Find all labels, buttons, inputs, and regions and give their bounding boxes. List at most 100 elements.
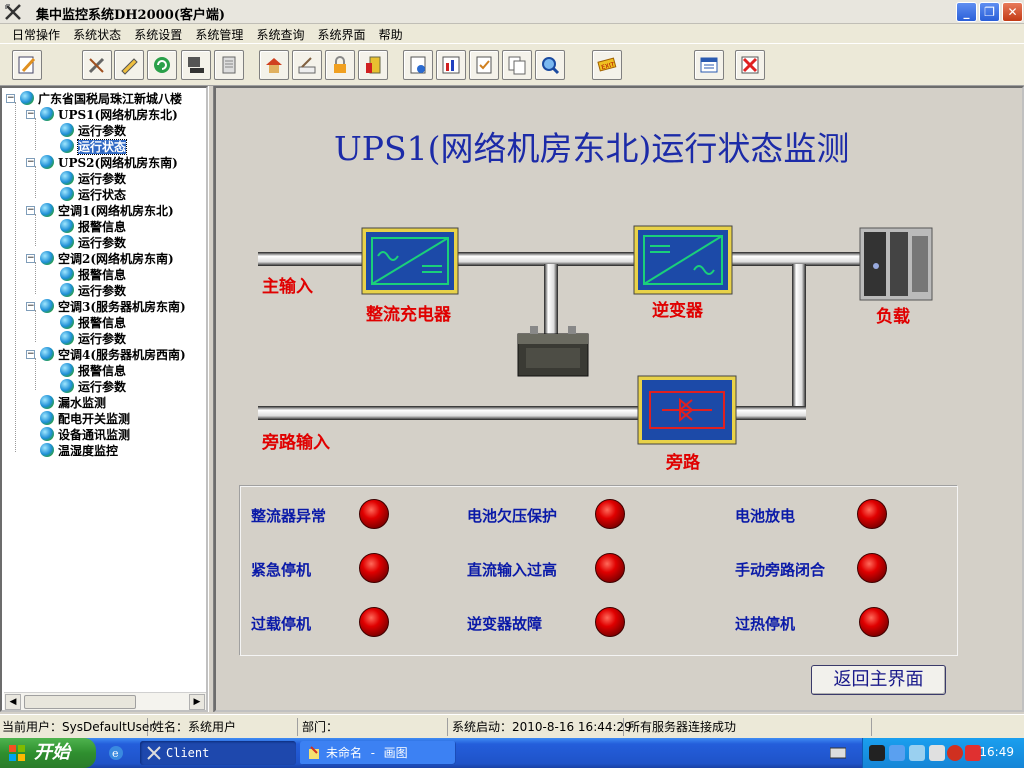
chart-toolbar-button[interactable] bbox=[436, 50, 466, 80]
svg-text:e: e bbox=[112, 747, 119, 760]
tree-item-ac1-params[interactable]: 运行参数 bbox=[60, 234, 126, 250]
tree-horizontal-scrollbar[interactable]: ◀ ▶ bbox=[4, 692, 206, 710]
scroll-left-arrow-icon[interactable]: ◀ bbox=[5, 694, 21, 710]
rectifier-box[interactable] bbox=[361, 227, 459, 295]
taskbar-item-paint[interactable]: 未命名 - 画图 bbox=[300, 741, 456, 765]
exit-toolbar-button[interactable]: EXIT bbox=[592, 50, 622, 80]
status-label-rectifier-fault: 整流器异常 bbox=[251, 507, 327, 525]
tree-item-temp-humidity[interactable]: 温湿度监控 bbox=[40, 442, 118, 458]
tree-item-ac2-alarms[interactable]: 报警信息 bbox=[60, 266, 126, 282]
tree-item-ac3-params[interactable]: 运行参数 bbox=[60, 330, 126, 346]
edit-toolbar-button[interactable] bbox=[12, 50, 42, 80]
status-label-overheat-stop: 过热停机 bbox=[735, 615, 796, 633]
status-led-emergency-stop bbox=[359, 553, 389, 583]
minimize-button[interactable]: _ bbox=[956, 2, 977, 22]
key-toolbar-button[interactable] bbox=[358, 50, 388, 80]
ie-quicklaunch-icon[interactable]: e bbox=[108, 745, 124, 761]
tree-item-comm-monitor[interactable]: 设备通讯监测 bbox=[40, 426, 130, 442]
return-main-button[interactable]: 返回主界面 bbox=[811, 665, 946, 695]
tree-item-ac1-alarms[interactable]: 报警信息 bbox=[60, 218, 126, 234]
refresh-toolbar-button[interactable] bbox=[147, 50, 177, 80]
volume-icon[interactable] bbox=[929, 745, 945, 761]
menu-system-query[interactable]: 系统查询 bbox=[252, 24, 308, 43]
menu-daily-ops[interactable]: 日常操作 bbox=[8, 24, 64, 43]
menu-help[interactable]: 帮助 bbox=[375, 24, 407, 43]
menu-system-settings[interactable]: 系统设置 bbox=[130, 24, 186, 43]
copy-toolbar-button[interactable] bbox=[502, 50, 532, 80]
globe-icon bbox=[40, 411, 54, 425]
status-label-inverter-fault: 逆变器故障 bbox=[467, 615, 543, 633]
tree-item-ups1-status[interactable]: 运行状态 bbox=[60, 138, 128, 155]
search-icon bbox=[542, 57, 560, 75]
tree-item-ups1-params[interactable]: 运行参数 bbox=[60, 122, 126, 138]
globe-icon bbox=[60, 219, 74, 233]
write-toolbar-button[interactable] bbox=[114, 50, 144, 80]
search-toolbar-button[interactable] bbox=[535, 50, 565, 80]
tree-item-ac3[interactable]: 空调3(服务器机房东南) bbox=[40, 298, 186, 314]
display-icon[interactable] bbox=[909, 745, 925, 761]
scroll-thumb[interactable] bbox=[24, 695, 136, 709]
tree-item-ups2-params[interactable]: 运行参数 bbox=[60, 170, 126, 186]
tree-item-ac4[interactable]: 空调4(服务器机房西南) bbox=[40, 346, 186, 362]
ups2-collapse-toggle[interactable]: − bbox=[26, 158, 35, 167]
bypass-box[interactable] bbox=[637, 375, 737, 445]
menu-system-interface[interactable]: 系统界面 bbox=[314, 24, 370, 43]
tree-root[interactable]: 广东省国税局珠江新城八楼 bbox=[20, 90, 182, 106]
lock-icon bbox=[334, 56, 346, 73]
menu-system-status[interactable]: 系统状态 bbox=[69, 24, 125, 43]
ac4-collapse-toggle[interactable]: − bbox=[26, 350, 35, 359]
inverter-box[interactable] bbox=[633, 225, 733, 295]
bar-chart-icon bbox=[442, 56, 460, 74]
lock-toolbar-button[interactable] bbox=[325, 50, 355, 80]
tree-item-power-switch-monitor[interactable]: 配电开关监测 bbox=[40, 410, 130, 426]
tree-item-leak-monitor[interactable]: 漏水监测 bbox=[40, 394, 106, 410]
document-toolbar-button[interactable] bbox=[214, 50, 244, 80]
status-label-battery-discharge: 电池放电 bbox=[735, 507, 796, 525]
menu-system-management[interactable]: 系统管理 bbox=[191, 24, 247, 43]
window-toolbar-button[interactable] bbox=[694, 50, 724, 80]
tree-item-ac4-params[interactable]: 运行参数 bbox=[60, 378, 126, 394]
globe-icon bbox=[60, 363, 74, 377]
status-label-manual-bypass: 手动旁路闭合 bbox=[735, 561, 826, 579]
sign-toolbar-button[interactable] bbox=[292, 50, 322, 80]
taskbar-item-client[interactable]: Client bbox=[140, 741, 296, 765]
tree-item-ac1[interactable]: 空调1(网络机房东北) bbox=[40, 202, 174, 218]
close-button[interactable]: ✕ bbox=[1002, 2, 1023, 22]
start-button[interactable]: 开始 bbox=[0, 738, 96, 768]
tree-item-ac3-alarms[interactable]: 报警信息 bbox=[60, 314, 126, 330]
tree-item-ups1[interactable]: UPS1(网络机房东北) bbox=[40, 106, 178, 122]
notepad-pencil-icon bbox=[18, 56, 36, 74]
main-input-pipe bbox=[258, 252, 364, 266]
system-tray: 16:49 bbox=[862, 738, 1024, 768]
sign-icon bbox=[298, 57, 316, 74]
close-window-toolbar-button[interactable] bbox=[735, 50, 765, 80]
home-toolbar-button[interactable] bbox=[259, 50, 289, 80]
globe-icon bbox=[60, 267, 74, 281]
keyboard-icon[interactable] bbox=[830, 746, 846, 760]
root-collapse-toggle[interactable]: − bbox=[6, 94, 15, 103]
status-led-rectifier-fault bbox=[359, 499, 389, 529]
globe-icon bbox=[60, 171, 74, 185]
ups1-collapse-toggle[interactable]: − bbox=[26, 110, 35, 119]
ac1-collapse-toggle[interactable]: − bbox=[26, 206, 35, 215]
tree-item-ups2[interactable]: UPS2(网络机房东南) bbox=[40, 154, 178, 170]
network-icon[interactable] bbox=[889, 745, 905, 761]
tools-toolbar-button[interactable] bbox=[82, 50, 112, 80]
status-led-overload-stop bbox=[359, 607, 389, 637]
tree-item-ac4-alarms[interactable]: 报警信息 bbox=[60, 362, 126, 378]
checklist-toolbar-button[interactable] bbox=[469, 50, 499, 80]
report-toolbar-button[interactable] bbox=[403, 50, 433, 80]
tree-item-ups2-status[interactable]: 运行状态 bbox=[60, 186, 126, 202]
scroll-right-arrow-icon[interactable]: ▶ bbox=[189, 694, 205, 710]
security-shield-icon[interactable] bbox=[947, 745, 963, 761]
restore-button[interactable]: ❐ bbox=[979, 2, 1000, 22]
traffic-light-icon[interactable] bbox=[869, 745, 885, 761]
tree-item-ac2[interactable]: 空调2(网络机房东南) bbox=[40, 250, 174, 266]
computer-toolbar-button[interactable] bbox=[181, 50, 211, 80]
ac3-collapse-toggle[interactable]: − bbox=[26, 302, 35, 311]
checklist-icon bbox=[476, 56, 492, 74]
ac2-collapse-toggle[interactable]: − bbox=[26, 254, 35, 263]
device-tree: − 广东省国税局珠江新城八楼 − UPS1(网络机房东北) 运行参数 运行状态 … bbox=[0, 86, 208, 712]
tree-item-ac2-params[interactable]: 运行参数 bbox=[60, 282, 126, 298]
taskbar: 开始 e Client 未命名 - 画图 16:49 bbox=[0, 738, 1024, 768]
